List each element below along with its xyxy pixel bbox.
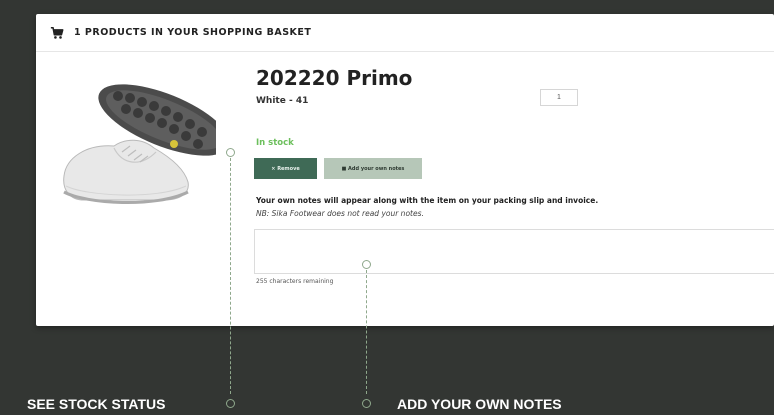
stock-callout-bottom-dot <box>226 399 235 408</box>
quantity-input[interactable] <box>540 89 578 106</box>
basket-header: 1 PRODUCTS IN YOUR SHOPPING BASKET <box>36 14 774 52</box>
stock-callout-line <box>230 158 231 394</box>
notes-callout-bottom-dot <box>362 399 371 408</box>
stock-callout-label: SEE STOCK STATUS <box>27 396 166 412</box>
notes-callout-line <box>366 270 367 394</box>
product-title: 202220 Primo <box>256 66 413 90</box>
product-image <box>63 84 216 204</box>
remove-button[interactable]: × Remove <box>254 158 317 179</box>
basket-panel: 1 PRODUCTS IN YOUR SHOPPING BASKET 20222… <box>36 14 774 326</box>
shopping-cart-icon <box>50 26 64 39</box>
notes-callout-label: ADD YOUR OWN NOTES <box>397 396 562 412</box>
notes-textarea[interactable] <box>254 229 774 274</box>
product-variant: White - 41 <box>256 96 309 106</box>
notes-callout-top-dot <box>362 260 371 269</box>
characters-remaining: 255 characters remaining <box>256 278 334 285</box>
notes-disclaimer: NB: Sika Footwear does not read your not… <box>256 209 424 218</box>
basket-title: 1 PRODUCTS IN YOUR SHOPPING BASKET <box>74 27 312 38</box>
stock-callout-top-dot <box>226 148 235 157</box>
stock-status: In stock <box>256 138 294 148</box>
add-notes-button[interactable]: ■ Add your own notes <box>324 158 422 179</box>
notes-info-text: Your own notes will appear along with th… <box>256 196 599 205</box>
